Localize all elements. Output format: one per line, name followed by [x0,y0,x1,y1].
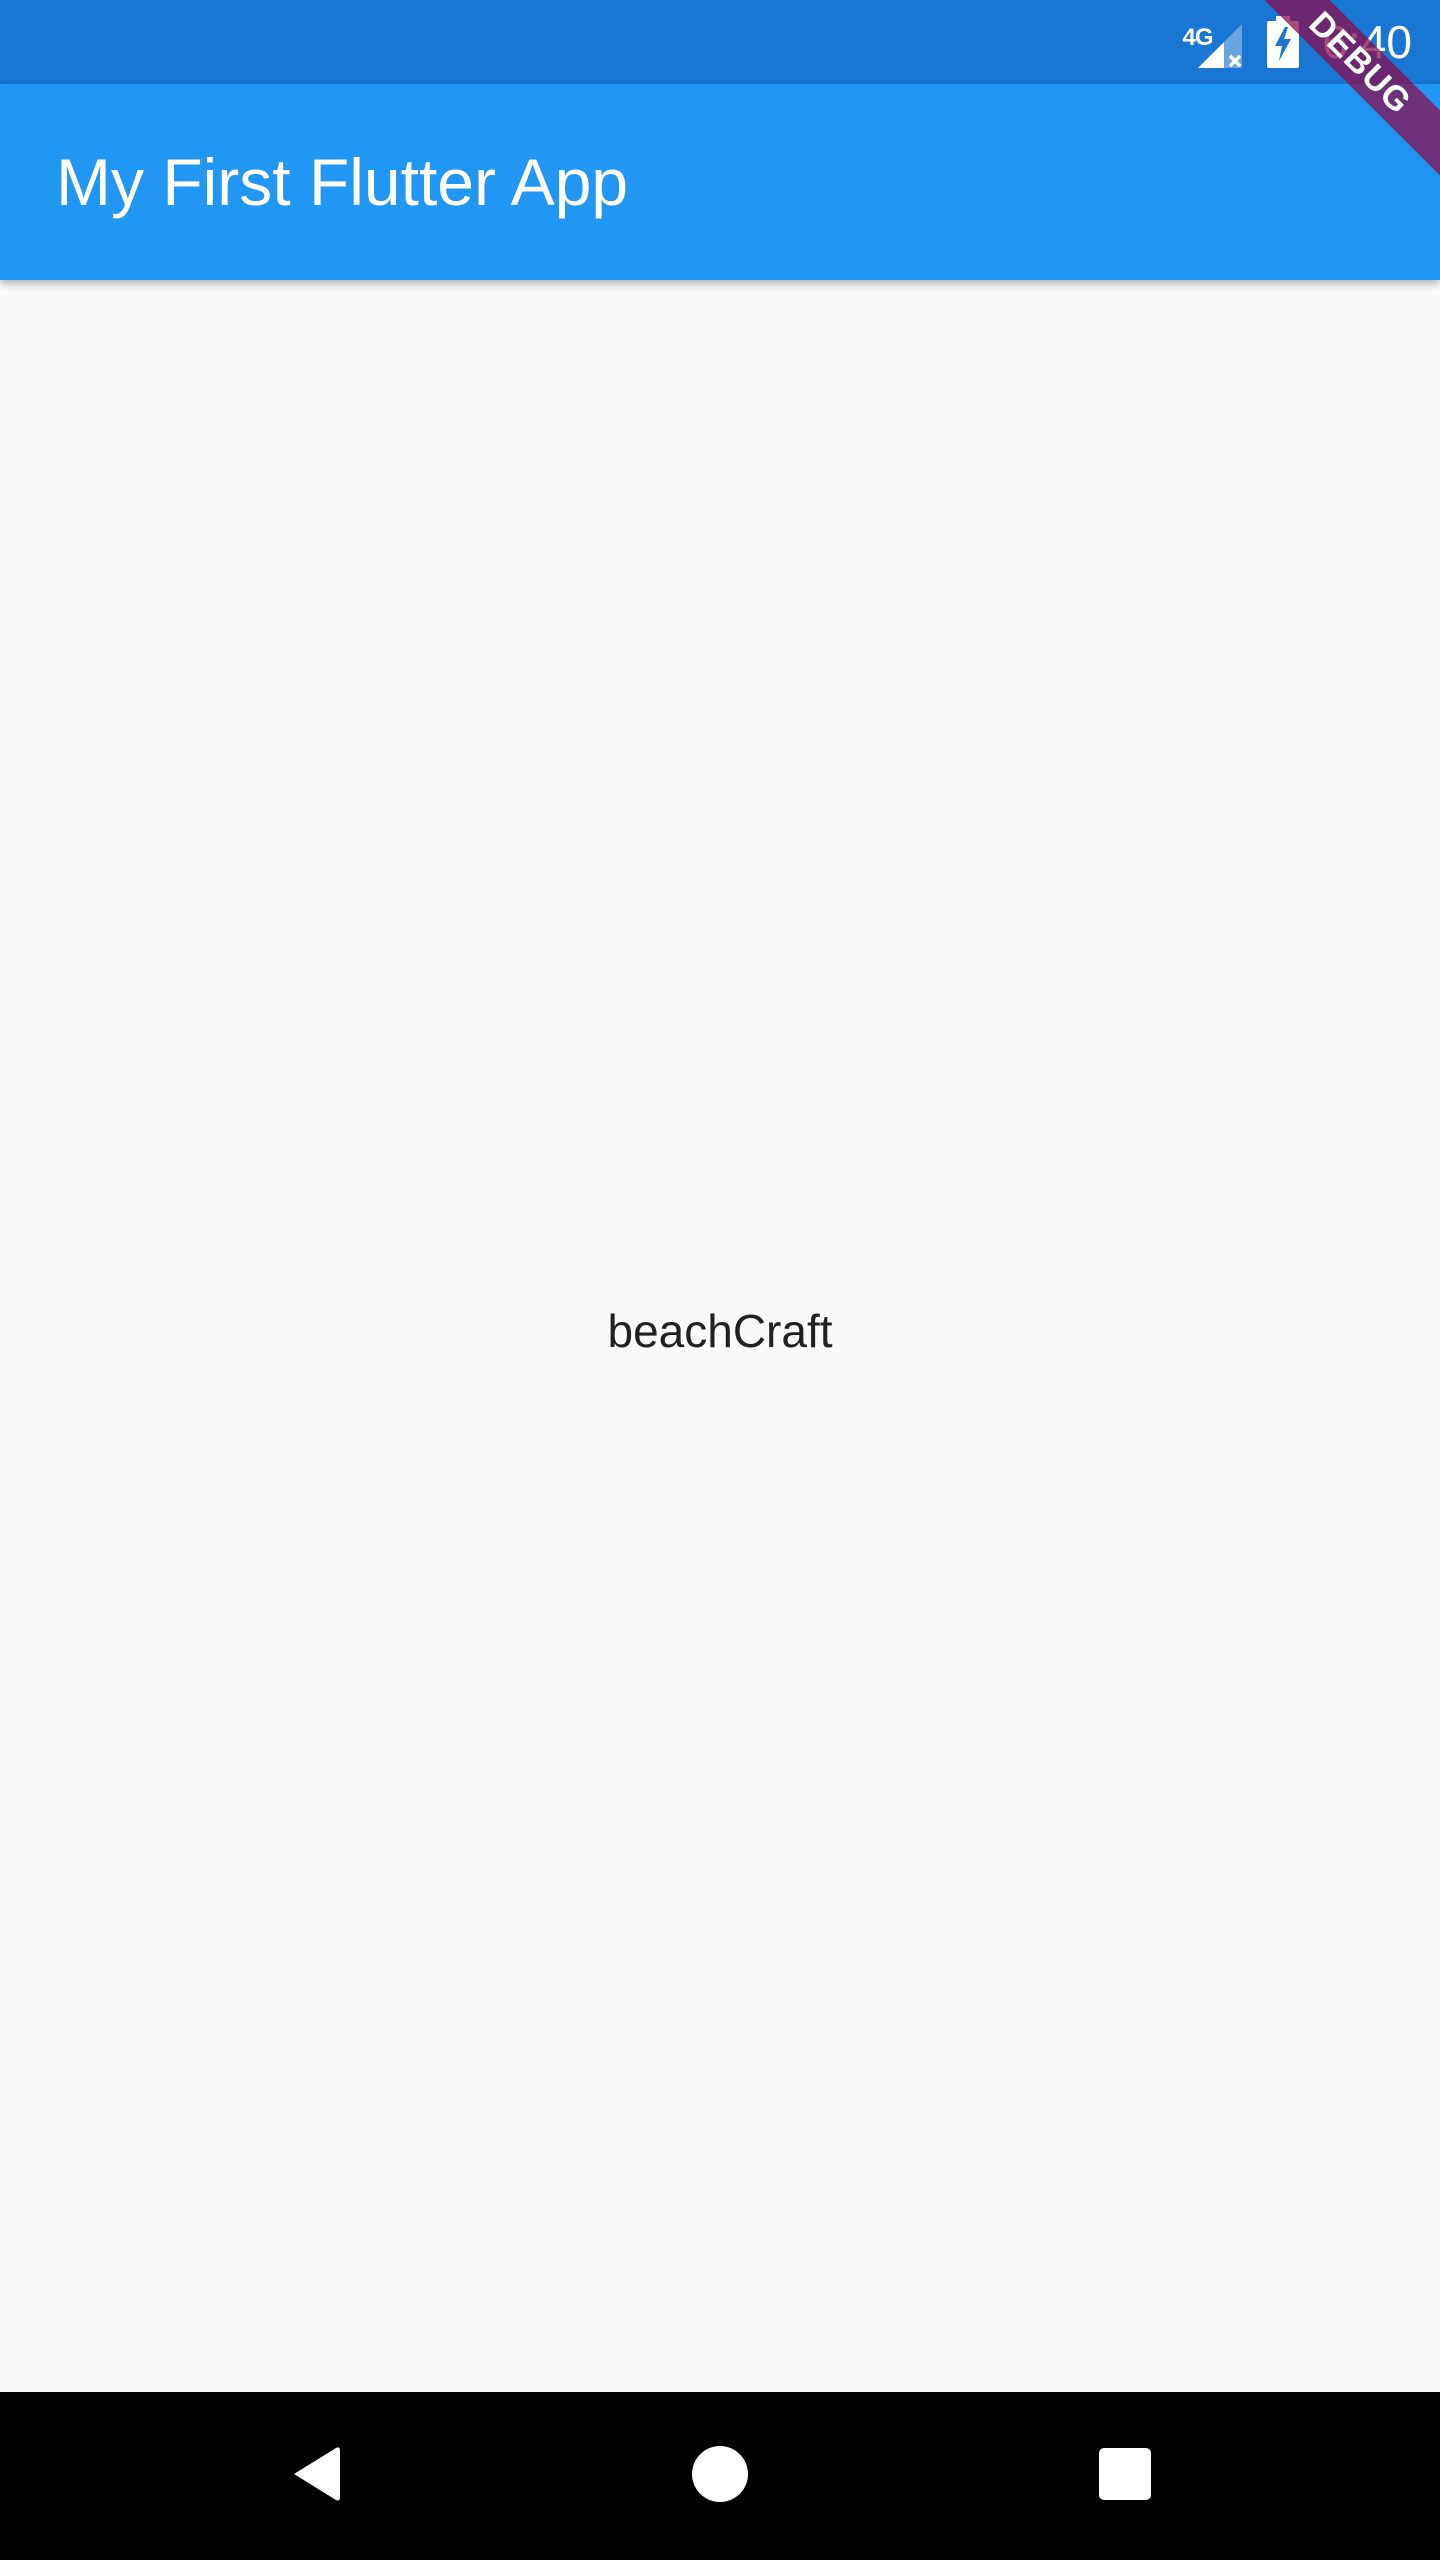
app-bar-title: My First Flutter App [56,145,629,219]
main-content: beachCraft [0,280,1440,2392]
app-bar: My First Flutter App [0,84,1440,280]
app-screen: 4G 6:40 My First Flutter App DEBUG [0,0,1440,2560]
home-button[interactable] [640,2392,800,2560]
recents-icon [1098,2447,1152,2506]
navigation-bar [0,2392,1440,2560]
back-button[interactable] [236,2392,396,2560]
recents-button[interactable] [1045,2392,1205,2560]
home-icon [691,2445,749,2508]
status-bar: 4G 6:40 [0,0,1440,84]
center-text: beachCraft [607,1305,833,1357]
back-icon [288,2444,344,2509]
signal-icon: 4G [1182,12,1244,72]
